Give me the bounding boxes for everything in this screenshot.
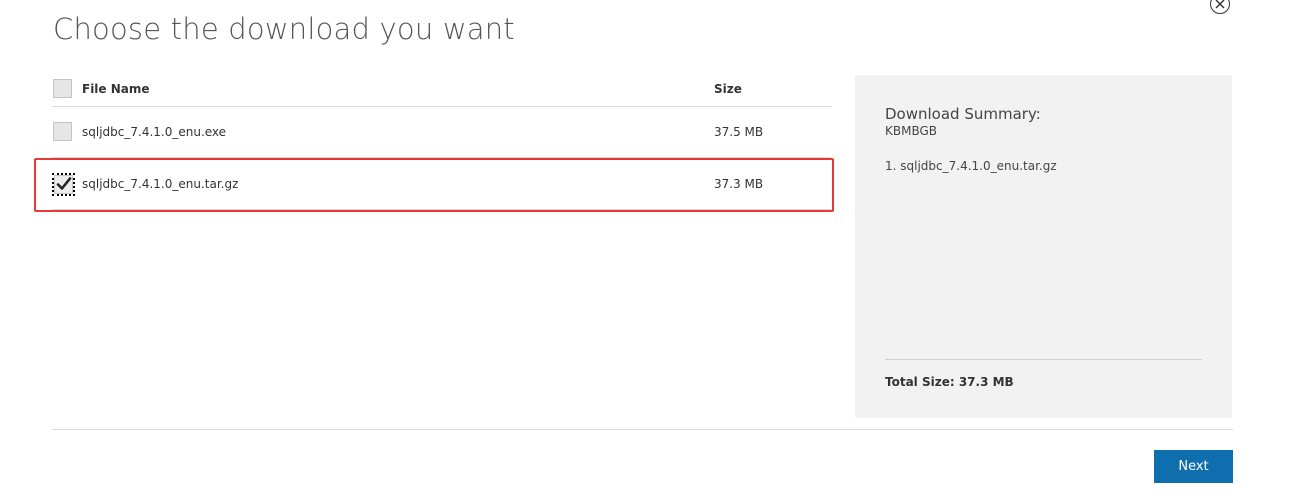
summary-list-item: 1. sqljdbc_7.4.1.0_enu.tar.gz — [885, 159, 1057, 173]
summary-divider — [885, 359, 1202, 360]
file-size-cell: 37.5 MB — [714, 125, 764, 139]
header-divider — [52, 106, 831, 107]
footer-divider — [52, 429, 1233, 430]
download-dialog: Choose the download you want File Name S… — [0, 0, 1306, 502]
next-button[interactable]: Next — [1154, 450, 1233, 483]
close-icon — [1215, 0, 1225, 9]
column-header-size: Size — [714, 82, 742, 96]
summary-subtitle: KBMBGB — [885, 124, 938, 138]
summary-total-size: Total Size: 37.3 MB — [885, 375, 1014, 389]
page-title: Choose the download you want — [53, 12, 515, 46]
close-button[interactable] — [1210, 0, 1230, 14]
download-summary-panel: Download Summary: KBMBGB 1. sqljdbc_7.4.… — [855, 75, 1232, 418]
column-header-file-name: File Name — [82, 82, 150, 96]
select-all-checkbox[interactable] — [53, 79, 72, 98]
selection-highlight — [34, 158, 834, 212]
row-checkbox-exe[interactable] — [53, 122, 72, 141]
summary-title: Download Summary: — [885, 105, 1041, 123]
file-name-cell: sqljdbc_7.4.1.0_enu.exe — [82, 125, 227, 139]
